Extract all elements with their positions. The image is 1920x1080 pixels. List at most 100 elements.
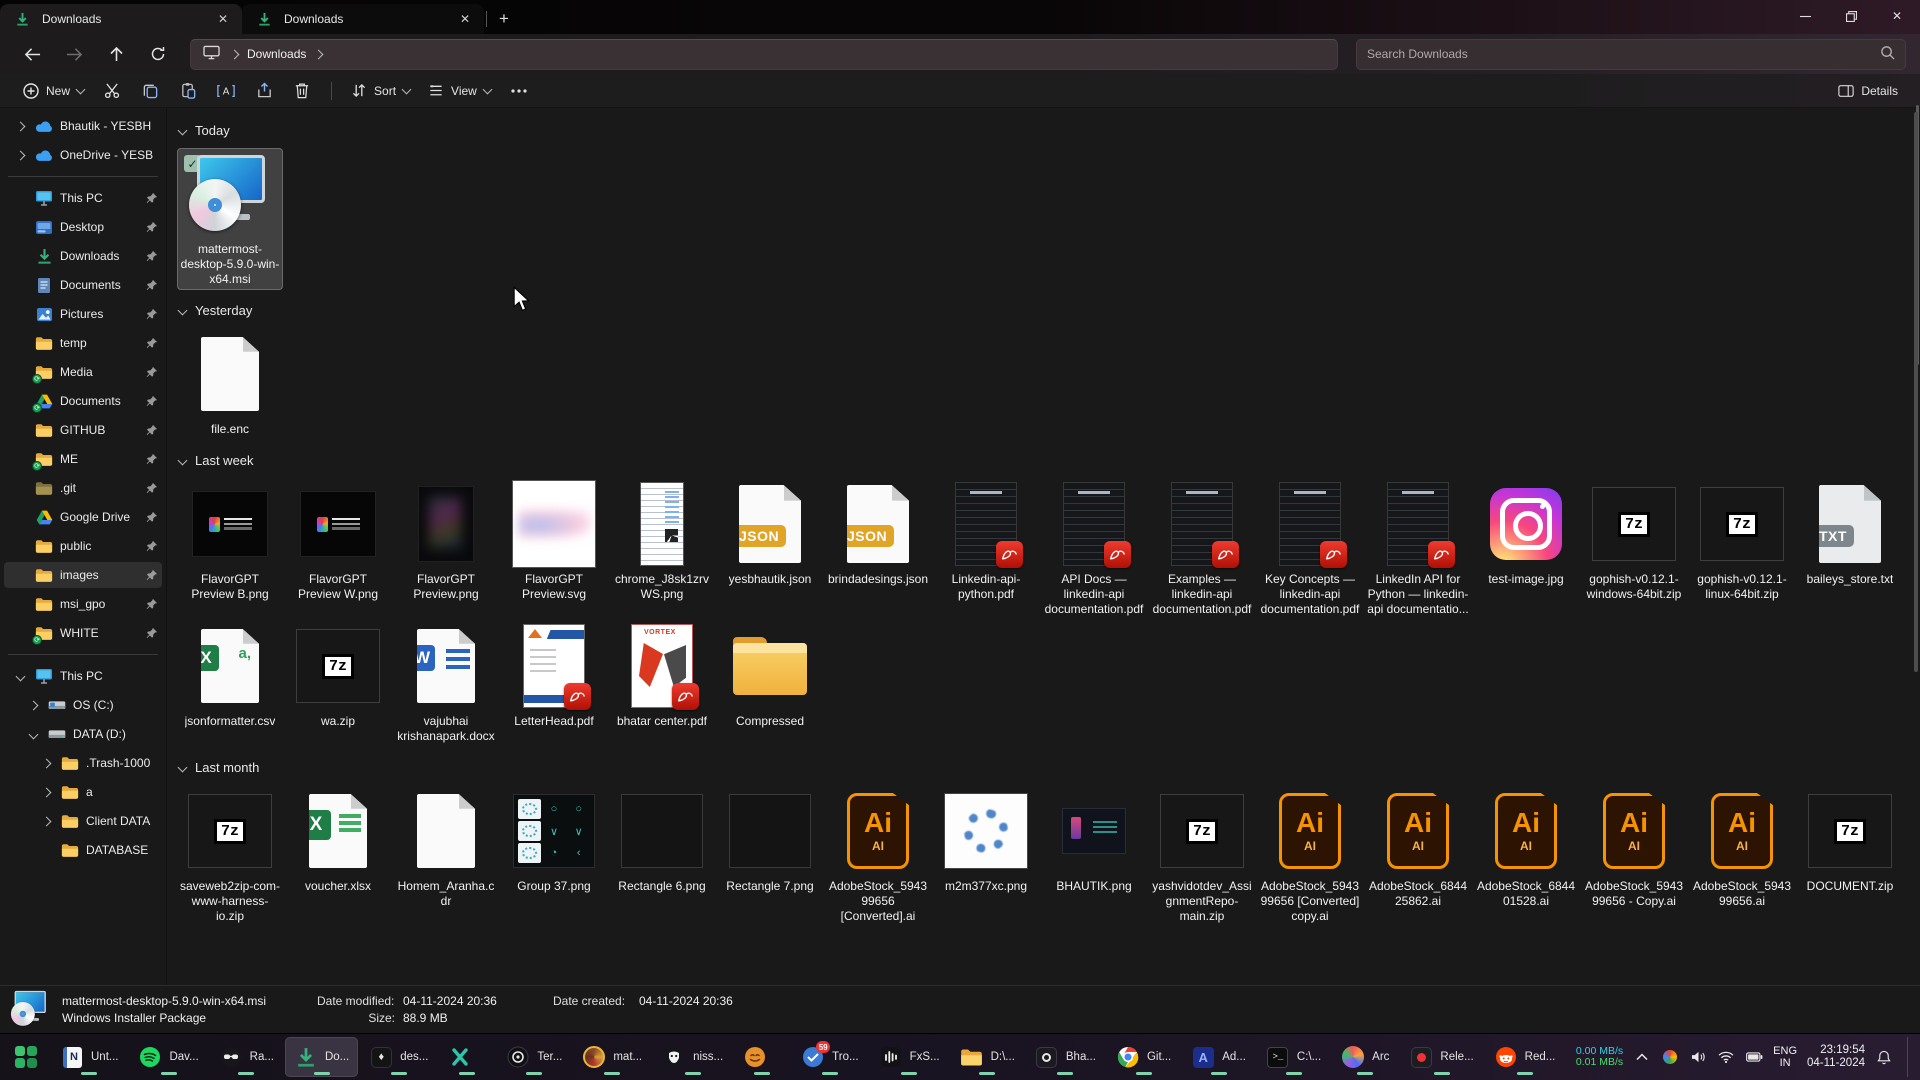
sidebar-item-ME[interactable]: ⟳ ME [4, 446, 162, 472]
file-tile[interactable]: API Docs — linkedin-api documentation.pd… [1041, 478, 1147, 620]
taskbar-item-Ad...[interactable]: A Ad... [1182, 1037, 1255, 1077]
this-pc-monitor-icon[interactable] [203, 45, 220, 63]
sidebar-item-Documents[interactable]: ⟳ Documents [4, 388, 162, 414]
sidebar-item-images[interactable]: images [4, 562, 162, 588]
cut-button[interactable] [97, 77, 127, 105]
sidebar-item-msi_gpo[interactable]: msi_gpo [4, 591, 162, 617]
file-tile[interactable]: 7z yashvidotdev_AssignmentRepo-main.zip [1149, 785, 1255, 927]
file-tile[interactable]: AiAI AdobeStock_594399656.ai [1689, 785, 1795, 927]
taskbar-item-Do...[interactable]: Do... [285, 1037, 358, 1077]
search-icon[interactable] [1880, 45, 1895, 63]
file-tile[interactable]: Homem_Aranha.cdr [393, 785, 499, 927]
expand-chevron-icon[interactable] [25, 702, 41, 709]
file-tile[interactable]: LetterHead.pdf [501, 620, 607, 747]
file-tile[interactable]: AiAI AdobeStock_594399656 - Copy.ai [1581, 785, 1687, 927]
taskbar-item-Ter...[interactable]: Ter... [497, 1037, 571, 1077]
file-tile[interactable]: FlavorGPT Preview.png [393, 478, 499, 620]
network-speed-monitor[interactable]: 0.00 MB/s 0.01 MB/s [1576, 1046, 1623, 1068]
expand-chevron-icon[interactable] [38, 847, 54, 854]
tree-item-a[interactable]: a [4, 779, 162, 805]
battery-icon[interactable] [1745, 1048, 1763, 1066]
sidebar-item-This PC[interactable]: This PC [4, 185, 162, 211]
sidebar-item-Bhautik - YESBH[interactable]: Bhautik - YESBH [4, 113, 162, 139]
clock[interactable]: 23:19:54 04-11-2024 [1807, 1044, 1865, 1070]
chevron-up-icon[interactable] [1633, 1048, 1651, 1066]
more-options-button[interactable] [504, 77, 534, 105]
section-header[interactable]: Last week [179, 448, 1914, 472]
file-tile[interactable]: file.enc [177, 328, 283, 440]
taskbar-item-Git...[interactable]: Git... [1107, 1037, 1180, 1077]
expand-chevron-icon[interactable] [12, 152, 28, 159]
minimize-button[interactable] [1782, 0, 1828, 32]
file-tile[interactable]: VORTEX bhatar center.pdf [609, 620, 715, 747]
sidebar-item-GITHUB[interactable]: GITHUB [4, 417, 162, 443]
tab-close-icon[interactable]: ✕ [456, 10, 474, 28]
sidebar-item-Pictures[interactable]: Pictures [4, 301, 162, 327]
file-tile[interactable]: ✓ mattermost-desktop-5.9.0-win-x64.msi [177, 148, 283, 290]
sidebar-item-.git[interactable]: .git [4, 475, 162, 501]
tree-item-DATABASE[interactable]: DATABASE [4, 837, 162, 863]
tree-item-Client DATA[interactable]: Client DATA [4, 808, 162, 834]
tree-item-.Trash-1000[interactable]: .Trash-1000 [4, 750, 162, 776]
sidebar-item-Media[interactable]: ⟳ Media [4, 359, 162, 385]
taskbar-item-FxS...[interactable]: FxS... [870, 1037, 949, 1077]
breadcrumb-chevron-icon[interactable] [230, 50, 240, 60]
file-tile[interactable]: AiAI AdobeStock_684425862.ai [1365, 785, 1471, 927]
file-tile[interactable]: AiAI AdobeStock_594399656 [Converted].ai [825, 785, 931, 927]
file-tile[interactable]: 7z gophish-v0.12.1-linux-64bit.zip [1689, 478, 1795, 620]
show-desktop-button[interactable] [1907, 1037, 1912, 1077]
tree-item-This PC[interactable]: This PC [4, 663, 162, 689]
file-tile[interactable]: W vajubhai krishanapark.docx [393, 620, 499, 747]
file-tile[interactable]: JSON yesbhautik.json [717, 478, 823, 620]
file-tile[interactable]: AiAI AdobeStock_684401528.ai [1473, 785, 1579, 927]
file-tile[interactable]: Xa, jsonformatter.csv [177, 620, 283, 747]
file-tile[interactable]: Examples — linkedin-api documentation.pd… [1149, 478, 1255, 620]
close-button[interactable]: ✕ [1874, 0, 1920, 32]
sidebar-item-Desktop[interactable]: Desktop [4, 214, 162, 240]
share-button[interactable] [249, 77, 279, 105]
section-header[interactable]: Today [179, 118, 1914, 142]
sort-button[interactable]: Sort [342, 77, 419, 105]
tab-downloads-active[interactable]: Downloads ✕ [0, 4, 242, 34]
start-button[interactable] [4, 1037, 48, 1077]
taskbar-item-teal-x[interactable] [439, 1037, 495, 1077]
tab-close-icon[interactable]: ✕ [214, 10, 232, 28]
sidebar-item-Google Drive[interactable]: Google Drive [4, 504, 162, 530]
taskbar-item-C:\...[interactable]: >_ C:\... [1257, 1037, 1330, 1077]
taskbar-item-Tro...[interactable]: 59 Tro... [792, 1037, 867, 1077]
taskbar-item-Unt...[interactable]: N Unt... [51, 1037, 127, 1077]
file-tile[interactable]: test-image.jpg [1473, 478, 1579, 620]
delete-button[interactable] [287, 77, 317, 105]
file-tile[interactable]: JSON brindadesings.json [825, 478, 931, 620]
maximize-button[interactable] [1828, 0, 1874, 32]
new-tab-button[interactable]: + [489, 4, 519, 34]
sidebar-item-public[interactable]: public [4, 533, 162, 559]
back-button[interactable] [14, 39, 50, 69]
colorful-app-tray-icon[interactable] [1661, 1048, 1679, 1066]
section-header[interactable]: Yesterday [179, 298, 1914, 322]
file-tile[interactable]: Rectangle 6.png [609, 785, 715, 927]
file-tile[interactable]: Key Concepts — linkedin-api documentatio… [1257, 478, 1363, 620]
new-button[interactable]: New [14, 77, 93, 105]
file-tile[interactable]: 7z DOCUMENT.zip [1797, 785, 1903, 927]
taskbar-item-Bha...[interactable]: Bha... [1026, 1037, 1105, 1077]
sidebar-item-WHITE[interactable]: ⟳ WHITE [4, 620, 162, 646]
volume-icon[interactable] [1689, 1048, 1707, 1066]
file-tile[interactable]: 7z wa.zip [285, 620, 391, 747]
taskbar-item-Rele...[interactable]: Rele... [1400, 1037, 1482, 1077]
file-tile[interactable]: AiAI AdobeStock_594399656 [Converted] co… [1257, 785, 1363, 927]
file-tile[interactable]: 7z gophish-v0.12.1-windows-64bit.zip [1581, 478, 1687, 620]
file-tile[interactable]: ○○∨∨◔‹ Group 37.png [501, 785, 607, 927]
file-tile[interactable]: FlavorGPT Preview B.png [177, 478, 283, 620]
taskbar-item-des...[interactable]: ♦ des... [360, 1037, 437, 1077]
rename-button[interactable]: A [211, 77, 241, 105]
taskbar-item-Dav...[interactable]: Dav... [129, 1037, 207, 1077]
sidebar-item-Documents[interactable]: Documents [4, 272, 162, 298]
file-tile[interactable]: LinkedIn API for Python — linkedin-api d… [1365, 478, 1471, 620]
file-tile[interactable]: FlavorGPT Preview W.png [285, 478, 391, 620]
copy-button[interactable] [135, 77, 165, 105]
tree-item-DATA (D:)[interactable]: DATA (D:) [4, 721, 162, 747]
file-tile[interactable]: FlavorGPT Preview.svg [501, 478, 607, 620]
file-tile[interactable]: chrome_J8sk1zrvWS.png [609, 478, 715, 620]
expand-chevron-icon[interactable] [38, 789, 54, 796]
